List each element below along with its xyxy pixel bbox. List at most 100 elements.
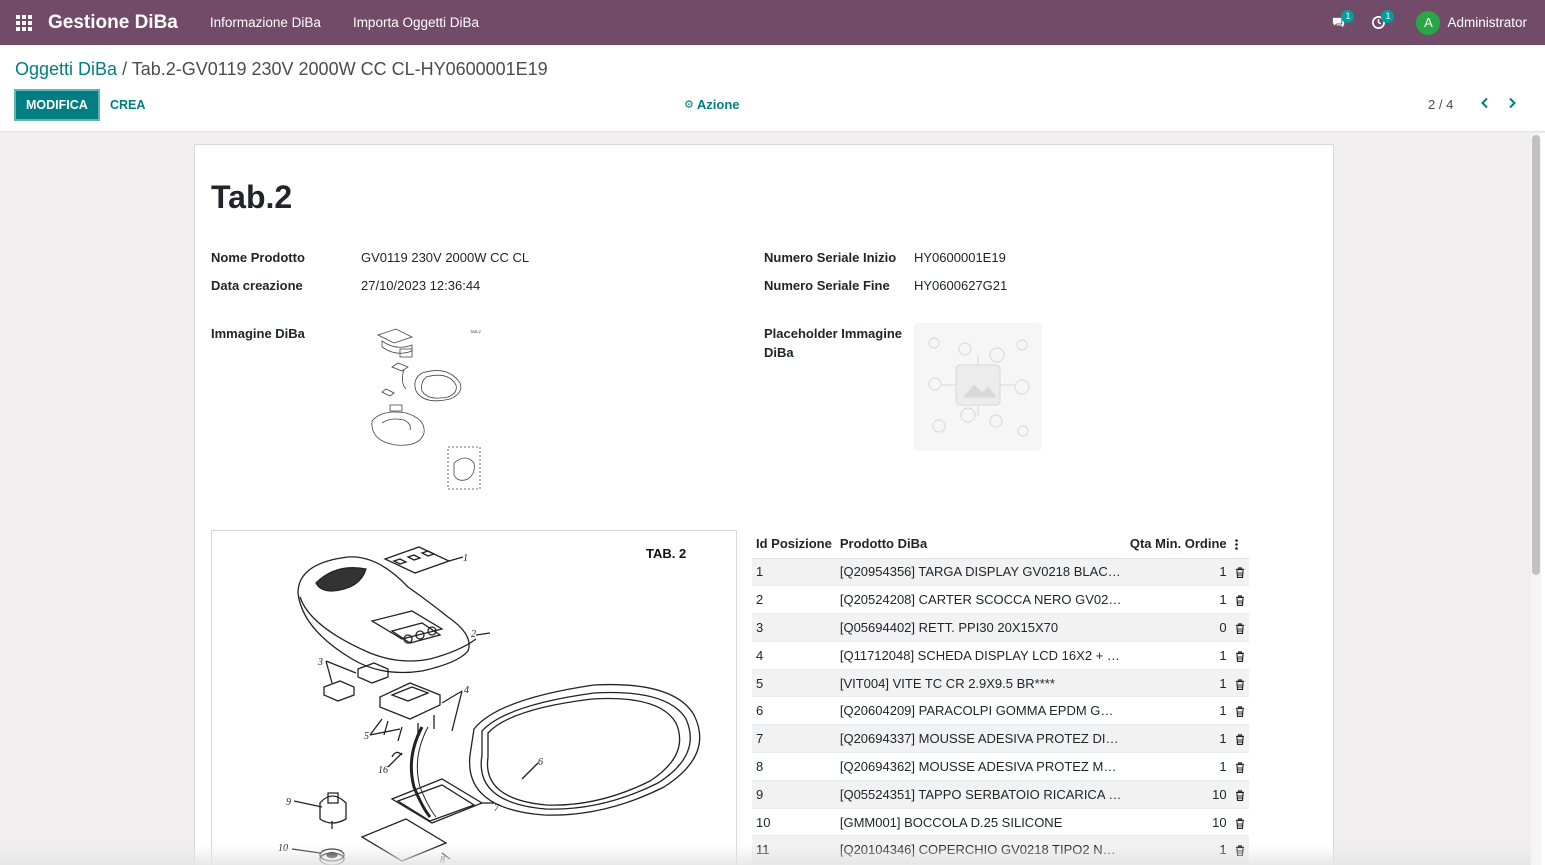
action-menu-button[interactable]: ⚙ Azione: [684, 97, 740, 112]
breadcrumb: Oggetti DiBa / Tab.2-GV0119 230V 2000W C…: [15, 59, 548, 80]
edit-button[interactable]: MODIFICA: [14, 89, 100, 121]
cell-qta-min-ordine[interactable]: 10: [1125, 808, 1231, 837]
data-creazione-value: 27/10/2023 12:36:44: [361, 278, 481, 293]
delete-row-button[interactable]: [1230, 696, 1249, 726]
table-header-row: Id Posizione Prodotto DiBa Qta Min. Ordi…: [752, 530, 1249, 559]
cell-prodotto-diba[interactable]: [Q20954356] TARGA DISPLAY GV0218 BLACK/…: [835, 558, 1126, 587]
cell-id-posizione[interactable]: 4: [752, 641, 836, 670]
chevron-right-icon: [1509, 97, 1516, 109]
cell-id-posizione[interactable]: 9: [752, 780, 836, 809]
placeholder-label-line1: Placeholder Immagine: [764, 326, 902, 341]
table-row[interactable]: 5 [VIT004] VITE TC CR 2.9X9.5 BR**** 1: [752, 669, 1249, 698]
column-options-button[interactable]: [1230, 530, 1249, 559]
cell-prodotto-diba[interactable]: [Q20694362] MOUSSE ADESIVA PROTEZ MAN …: [835, 752, 1126, 781]
trash-icon: [1235, 734, 1244, 746]
cell-id-posizione[interactable]: 10: [752, 808, 836, 837]
cell-qta-min-ordine[interactable]: 1: [1125, 669, 1231, 698]
form-sheet: Tab.2 Nome Prodotto GV0119 230V 2000W CC…: [194, 144, 1334, 865]
kebab-menu-icon: [1234, 539, 1238, 551]
cell-qta-min-ordine[interactable]: 1: [1125, 724, 1231, 754]
cell-prodotto-diba[interactable]: [Q20604209] PARACOLPI GOMMA EPDM GV02…: [835, 696, 1126, 726]
bottom-fade: [0, 845, 1531, 865]
pager-next-button[interactable]: [1500, 91, 1524, 115]
cell-id-posizione[interactable]: 8: [752, 752, 836, 781]
cell-qta-min-ordine[interactable]: 0: [1125, 613, 1231, 642]
drawing-title: TAB. 2: [646, 546, 686, 561]
cell-prodotto-diba[interactable]: [Q05524351] TAPPO SERBATOIO RICARICA NE…: [835, 780, 1126, 809]
trash-icon: [1235, 818, 1244, 829]
apps-grid-icon[interactable]: [0, 0, 48, 45]
nome-prodotto-value: GV0119 230V 2000W CC CL: [361, 250, 530, 265]
trash-icon: [1235, 567, 1244, 579]
data-creazione-label: Data creazione: [211, 278, 303, 293]
cell-prodotto-diba[interactable]: [Q20694337] MOUSSE ADESIVA PROTEZ DISP…: [835, 724, 1126, 754]
cell-prodotto-diba[interactable]: [GMM001] BOCCOLA D.25 SILICONE: [835, 808, 1126, 837]
menu-informazione-diba[interactable]: Informazione DiBa: [210, 15, 321, 30]
part-number-label: 3: [317, 657, 323, 668]
avatar: A: [1416, 10, 1441, 35]
cell-qta-min-ordine[interactable]: 1: [1125, 558, 1231, 587]
cell-id-posizione[interactable]: 7: [752, 724, 836, 754]
cell-id-posizione[interactable]: 6: [752, 696, 836, 726]
pager-value[interactable]: 2 / 4: [1428, 97, 1453, 112]
delete-row-button[interactable]: [1230, 669, 1249, 698]
cell-qta-min-ordine[interactable]: 10: [1125, 780, 1231, 809]
part-number-label: 4: [464, 685, 469, 696]
breadcrumb-parent-link[interactable]: Oggetti DiBa: [15, 59, 117, 79]
messages-button[interactable]: 1: [1318, 0, 1358, 45]
header-prodotto-diba[interactable]: Prodotto DiBa: [835, 530, 1126, 559]
trash-icon: [1235, 595, 1244, 607]
svg-text:TAB.2: TAB.2: [470, 329, 482, 334]
delete-row-button[interactable]: [1230, 780, 1249, 809]
delete-row-button[interactable]: [1230, 641, 1249, 670]
user-menu[interactable]: A Administrator: [1416, 10, 1527, 35]
trash-icon: [1235, 651, 1244, 662]
table-row[interactable]: 3 [Q05694402] RETT. PPI30 20X15X70 0: [752, 613, 1249, 642]
delete-row-button[interactable]: [1230, 724, 1249, 754]
part-number-label: 16: [378, 765, 388, 776]
exploded-view-drawing: TAB. 2 1 2 3 4 5 16 6 7 9 10 8: [278, 546, 701, 865]
placeholder-label-line2: DiBa: [764, 345, 794, 360]
app-name[interactable]: Gestione DiBa: [48, 12, 178, 34]
cell-prodotto-diba[interactable]: [Q20524208] CARTER SCOCCA NERO GV0218 …: [835, 585, 1126, 615]
table-row[interactable]: 9 [Q05524351] TAPPO SERBATOIO RICARICA NE…: [752, 780, 1249, 809]
breadcrumb-separator: /: [117, 59, 132, 79]
cell-qta-min-ordine[interactable]: 1: [1125, 641, 1231, 670]
part-number-label: 5: [364, 731, 369, 742]
activity-button[interactable]: 1: [1358, 0, 1398, 45]
table-row[interactable]: 7 [Q20694337] MOUSSE ADESIVA PROTEZ DISP……: [752, 724, 1249, 754]
table-row[interactable]: 4 [Q11712048] SCHEDA DISPLAY LCD 16X2 + C…: [752, 641, 1249, 670]
action-menu-label: Azione: [696, 97, 740, 112]
delete-row-button[interactable]: [1230, 585, 1249, 615]
diba-technical-drawing: TAB. 2 1 2 3 4 5 16 6 7 9 10 8: [211, 530, 737, 865]
delete-row-button[interactable]: [1230, 808, 1249, 837]
diba-image-thumbnail[interactable]: TAB.2: [360, 323, 488, 493]
part-number-label: 1: [463, 553, 468, 564]
header-id-posizione[interactable]: Id Posizione: [752, 530, 836, 559]
cell-id-posizione[interactable]: 3: [752, 613, 836, 642]
delete-row-button[interactable]: [1230, 613, 1249, 642]
cell-id-posizione[interactable]: 2: [752, 585, 836, 615]
table-row[interactable]: 10 [GMM001] BOCCOLA D.25 SILICONE 10: [752, 808, 1249, 837]
placeholder-immagine-label: Placeholder Immagine DiBa: [764, 324, 902, 362]
table-row[interactable]: 1 [Q20954356] TARGA DISPLAY GV0218 BLACK/…: [752, 558, 1249, 587]
cell-prodotto-diba[interactable]: [VIT004] VITE TC CR 2.9X9.5 BR****: [835, 669, 1126, 698]
menu-importa-oggetti-diba[interactable]: Importa Oggetti DiBa: [353, 15, 479, 30]
create-button[interactable]: CREA: [104, 89, 151, 121]
cell-qta-min-ordine[interactable]: 1: [1125, 696, 1231, 726]
table-row[interactable]: 2 [Q20524208] CARTER SCOCCA NERO GV0218 ……: [752, 585, 1249, 615]
delete-row-button[interactable]: [1230, 558, 1249, 587]
cell-prodotto-diba[interactable]: [Q11712048] SCHEDA DISPLAY LCD 16X2 + CA…: [835, 641, 1126, 670]
cell-qta-min-ordine[interactable]: 1: [1125, 752, 1231, 781]
table-row[interactable]: 6 [Q20604209] PARACOLPI GOMMA EPDM GV02… 1: [752, 696, 1249, 726]
cell-prodotto-diba[interactable]: [Q05694402] RETT. PPI30 20X15X70: [835, 613, 1126, 642]
table-row[interactable]: 8 [Q20694362] MOUSSE ADESIVA PROTEZ MAN ……: [752, 752, 1249, 781]
bom-lines-table: Id Posizione Prodotto DiBa Qta Min. Ordi…: [752, 530, 1249, 865]
scrollbar-thumb[interactable]: [1532, 135, 1540, 575]
header-qta-min-ordine[interactable]: Qta Min. Ordine: [1125, 530, 1231, 559]
pager-previous-button[interactable]: [1473, 91, 1497, 115]
cell-id-posizione[interactable]: 1: [752, 558, 836, 587]
cell-id-posizione[interactable]: 5: [752, 669, 836, 698]
delete-row-button[interactable]: [1230, 752, 1249, 781]
cell-qta-min-ordine[interactable]: 1: [1125, 585, 1231, 615]
